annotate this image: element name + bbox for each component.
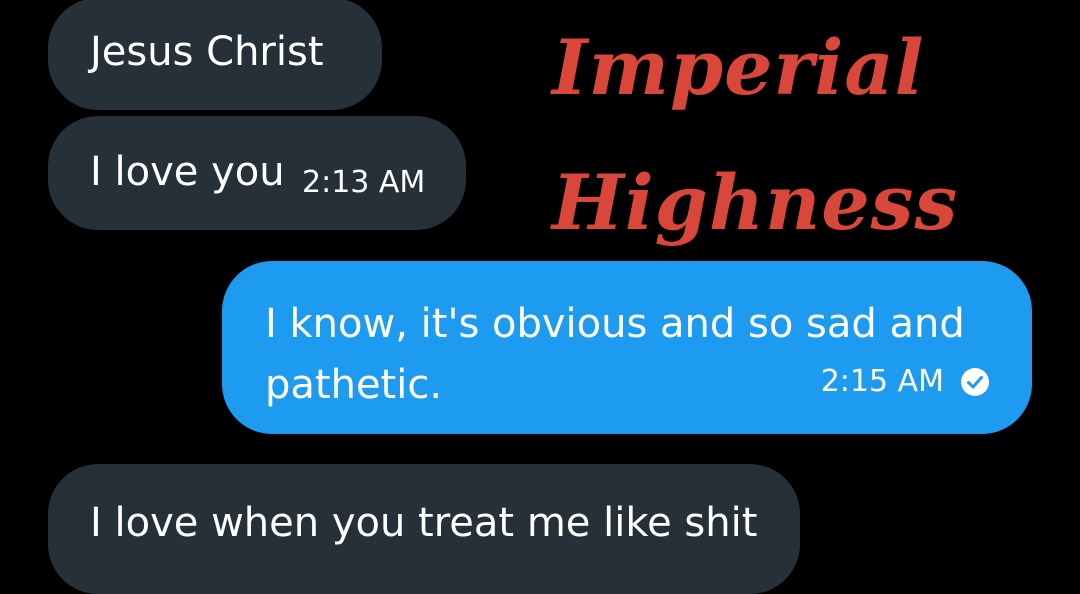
message-bubble-incoming[interactable]: I love you 2:13 AM xyxy=(48,116,466,230)
overlay-caption-line-1: Imperial xyxy=(552,23,925,112)
message-text: Jesus Christ xyxy=(90,29,324,75)
message-bubble-outgoing[interactable]: I know, it's obvious and so sad and path… xyxy=(222,261,1032,434)
message-bubble-incoming[interactable]: Jesus Christ xyxy=(48,0,382,110)
overlay-caption-line-2: Highness xyxy=(552,158,959,247)
message-meta: 2:15 AM xyxy=(821,365,990,399)
message-bubble-incoming[interactable]: I love when you treat me like shit xyxy=(48,464,800,594)
message-timestamp: 2:15 AM xyxy=(820,364,944,399)
message-text: I love you xyxy=(90,149,285,195)
read-check-icon xyxy=(961,368,989,396)
message-timestamp: 2:13 AM xyxy=(302,165,426,200)
message-text: I love when you treat me like shit xyxy=(90,500,758,546)
